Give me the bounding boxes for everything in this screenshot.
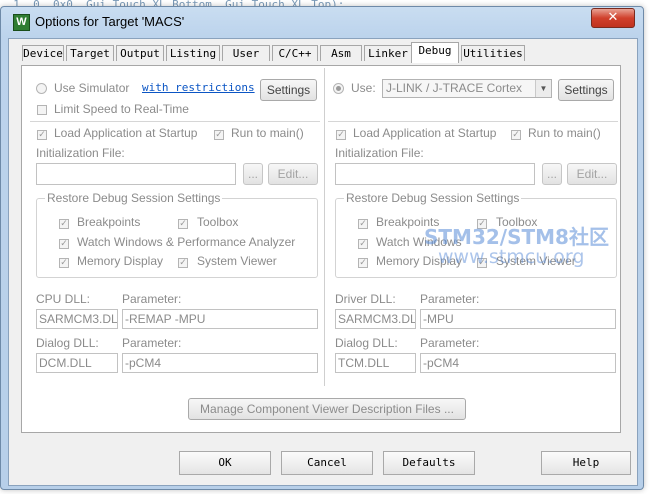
left-breakpoints-label: Breakpoints — [77, 215, 141, 229]
left-toolbox-checkbox[interactable]: ✓ — [178, 219, 188, 229]
right-memory-display-label: Memory Display — [376, 254, 463, 268]
right-watch-windows-checkbox[interactable]: ✓ — [358, 239, 368, 249]
tab-listing[interactable]: Listing — [166, 45, 220, 61]
options-dialog: W Options for Target 'MACS' ✕ Device Tar… — [0, 6, 644, 490]
left-dialog-param-label: Parameter: — [122, 336, 182, 350]
simulator-settings-button[interactable]: Settings — [260, 79, 317, 101]
right-run-to-main-checkbox[interactable]: ✓ — [511, 130, 521, 140]
right-system-viewer-checkbox[interactable]: ✓ — [477, 258, 487, 268]
right-restore-group: Restore Debug Session Settings ✓ Breakpo… — [335, 191, 617, 278]
title-bar[interactable]: W Options for Target 'MACS' ✕ — [1, 7, 643, 35]
right-load-app-label: Load Application at Startup — [353, 126, 497, 140]
left-init-file-input[interactable] — [36, 163, 236, 185]
right-dialog-dll-input[interactable]: TCM.DLL — [335, 353, 416, 373]
left-breakpoints-checkbox[interactable]: ✓ — [59, 219, 69, 229]
left-dll-param-input[interactable]: -REMAP -MPU — [122, 309, 318, 329]
right-watch-windows-label: Watch Windows — [376, 235, 462, 249]
left-memory-display-label: Memory Display — [77, 254, 164, 268]
limit-speed-label: Limit Speed to Real-Time — [54, 102, 189, 116]
tab-cpp[interactable]: C/C++ — [272, 45, 318, 61]
tab-user[interactable]: User — [222, 45, 270, 61]
left-watch-windows-checkbox[interactable]: ✓ — [59, 239, 69, 249]
debugger-select[interactable]: J-LINK / J-TRACE Cortex ▼ — [382, 79, 552, 98]
cancel-button[interactable]: Cancel — [281, 451, 373, 475]
right-dll-input[interactable]: SARMCM3.DLL — [335, 309, 416, 329]
column-divider — [324, 68, 325, 386]
use-simulator-label: Use Simulator — [54, 81, 130, 95]
left-dll-label: CPU DLL: — [36, 292, 91, 306]
right-memory-display-checkbox[interactable]: ✓ — [358, 258, 368, 268]
chevron-down-icon[interactable]: ▼ — [535, 80, 551, 97]
left-dll-input[interactable]: SARMCM3.DLL — [36, 309, 118, 329]
right-dll-param-input[interactable]: -MPU — [420, 309, 616, 329]
right-restore-group-label: Restore Debug Session Settings — [344, 191, 522, 205]
right-dll-param-label: Parameter: — [420, 292, 480, 306]
left-dialog-param-input[interactable]: -pCM4 — [122, 353, 318, 373]
left-init-file-label: Initialization File: — [36, 146, 125, 160]
debugger-select-value: J-LINK / J-TRACE Cortex — [386, 81, 523, 95]
with-restrictions-link[interactable]: with restrictions — [142, 81, 255, 94]
close-icon: ✕ — [607, 10, 619, 25]
left-browse-button[interactable]: ... — [243, 163, 263, 185]
debug-tab-panel: Use Simulator with restrictions Settings… — [21, 65, 621, 433]
tab-device[interactable]: Device — [22, 45, 64, 61]
use-debugger-radio[interactable] — [333, 83, 344, 94]
right-browse-button[interactable]: ... — [542, 163, 562, 185]
right-breakpoints-label: Breakpoints — [376, 215, 440, 229]
manage-component-viewer-button[interactable]: Manage Component Viewer Description File… — [188, 398, 466, 420]
tab-target[interactable]: Target — [66, 45, 114, 61]
tab-debug[interactable]: Debug — [411, 42, 459, 63]
tab-asm[interactable]: Asm — [320, 45, 362, 61]
right-run-to-main-label: Run to main() — [528, 126, 601, 140]
left-watch-windows-label: Watch Windows & Performance Analyzer — [77, 235, 296, 249]
help-button[interactable]: Help — [541, 451, 631, 475]
use-label: Use: — [351, 81, 376, 95]
right-edit-button[interactable]: Edit... — [567, 163, 617, 185]
right-dialog-dll-label: Dialog DLL: — [335, 336, 398, 350]
close-button[interactable]: ✕ — [591, 8, 635, 28]
right-dialog-param-label: Parameter: — [420, 336, 480, 350]
right-toolbox-label: Toolbox — [496, 215, 538, 229]
debugger-settings-button[interactable]: Settings — [558, 79, 614, 101]
left-memory-display-checkbox[interactable]: ✓ — [59, 258, 69, 268]
left-run-to-main-checkbox[interactable]: ✓ — [214, 130, 224, 140]
left-system-viewer-label: System Viewer — [197, 254, 277, 268]
right-load-app-checkbox[interactable]: ✓ — [336, 130, 346, 140]
right-dll-label: Driver DLL: — [335, 292, 396, 306]
right-dialog-param-input[interactable]: -pCM4 — [420, 353, 616, 373]
left-dialog-dll-input[interactable]: DCM.DLL — [36, 353, 118, 373]
tab-output[interactable]: Output — [116, 45, 164, 61]
right-toolbox-checkbox[interactable]: ✓ — [477, 219, 487, 229]
keil-app-icon: W — [13, 14, 30, 31]
left-restore-group: Restore Debug Session Settings ✓ Breakpo… — [36, 191, 318, 278]
left-load-app-checkbox[interactable]: ✓ — [37, 130, 47, 140]
right-init-file-label: Initialization File: — [335, 146, 424, 160]
left-load-app-label: Load Application at Startup — [54, 126, 198, 140]
left-system-viewer-checkbox[interactable]: ✓ — [178, 258, 188, 268]
separator-left — [30, 121, 320, 122]
left-dll-param-label: Parameter: — [122, 292, 182, 306]
defaults-button[interactable]: Defaults — [383, 451, 475, 475]
left-run-to-main-label: Run to main() — [231, 126, 304, 140]
tab-utilities[interactable]: Utilities — [461, 45, 525, 61]
dialog-client-area: Device Target Output Listing User C/C++ … — [8, 38, 638, 486]
tab-linker[interactable]: Linker — [364, 45, 412, 61]
ok-button[interactable]: OK — [179, 451, 271, 475]
right-init-file-input[interactable] — [335, 163, 535, 185]
limit-speed-checkbox[interactable] — [37, 105, 47, 115]
left-restore-group-label: Restore Debug Session Settings — [45, 191, 223, 205]
use-simulator-radio[interactable] — [36, 83, 47, 94]
dialog-title: Options for Target 'MACS' — [35, 14, 185, 29]
separator-right — [328, 121, 618, 122]
right-system-viewer-label: System Viewer — [496, 254, 576, 268]
left-dialog-dll-label: Dialog DLL: — [36, 336, 99, 350]
left-toolbox-label: Toolbox — [197, 215, 239, 229]
left-edit-button[interactable]: Edit... — [268, 163, 318, 185]
right-breakpoints-checkbox[interactable]: ✓ — [358, 219, 368, 229]
